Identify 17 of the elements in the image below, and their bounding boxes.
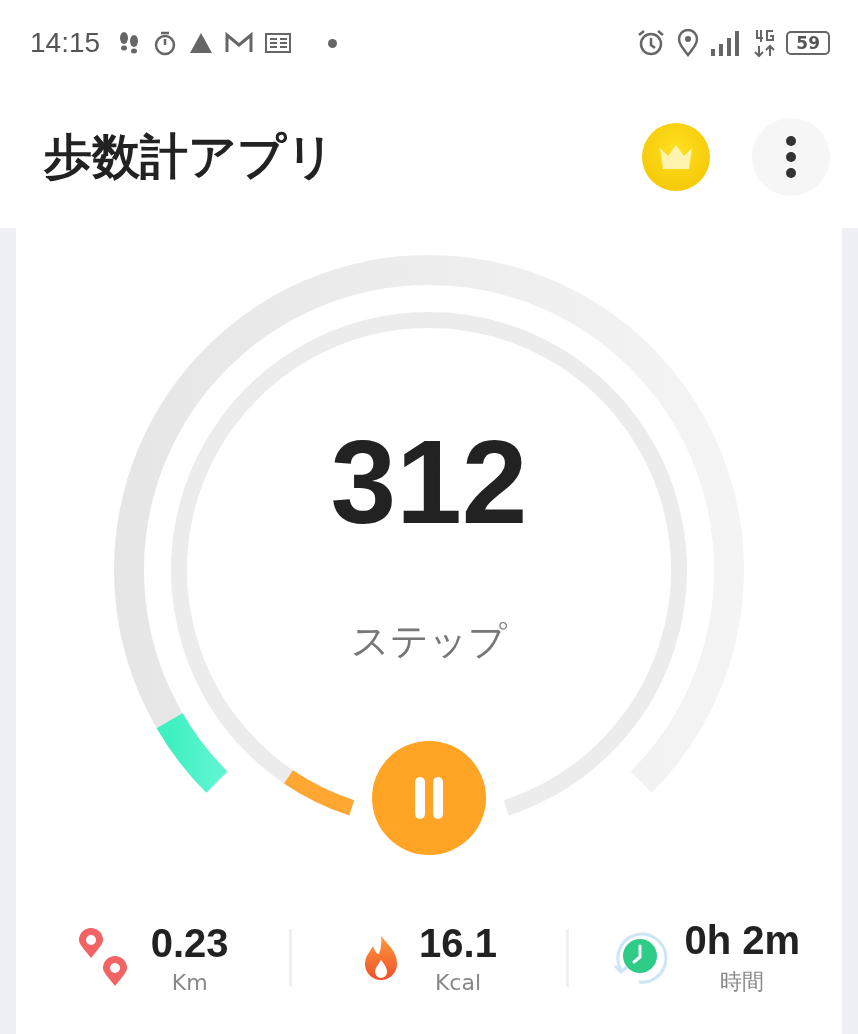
stat-value: 0.23 — [150, 920, 229, 966]
location-icon — [676, 29, 701, 57]
step-label: ステップ — [350, 618, 508, 665]
stat-unit: Km — [171, 969, 208, 995]
pause-icon — [412, 775, 446, 821]
app-title: 歩数計アプリ — [44, 127, 336, 186]
inner-ring-fill — [284, 770, 355, 816]
battery-indicator: 59 — [786, 31, 830, 55]
notification-dot-icon — [328, 38, 338, 48]
step-count: 312 — [329, 423, 529, 541]
network-4g-icon — [754, 28, 777, 58]
stat-value: 16.1 — [419, 920, 497, 966]
stat-unit: 時間 — [720, 968, 765, 996]
stat-value: 0h 2m — [684, 918, 801, 963]
more-icon — [785, 135, 797, 179]
status-time: 14:15 — [30, 27, 101, 59]
stat-unit: Kcal — [434, 969, 482, 995]
